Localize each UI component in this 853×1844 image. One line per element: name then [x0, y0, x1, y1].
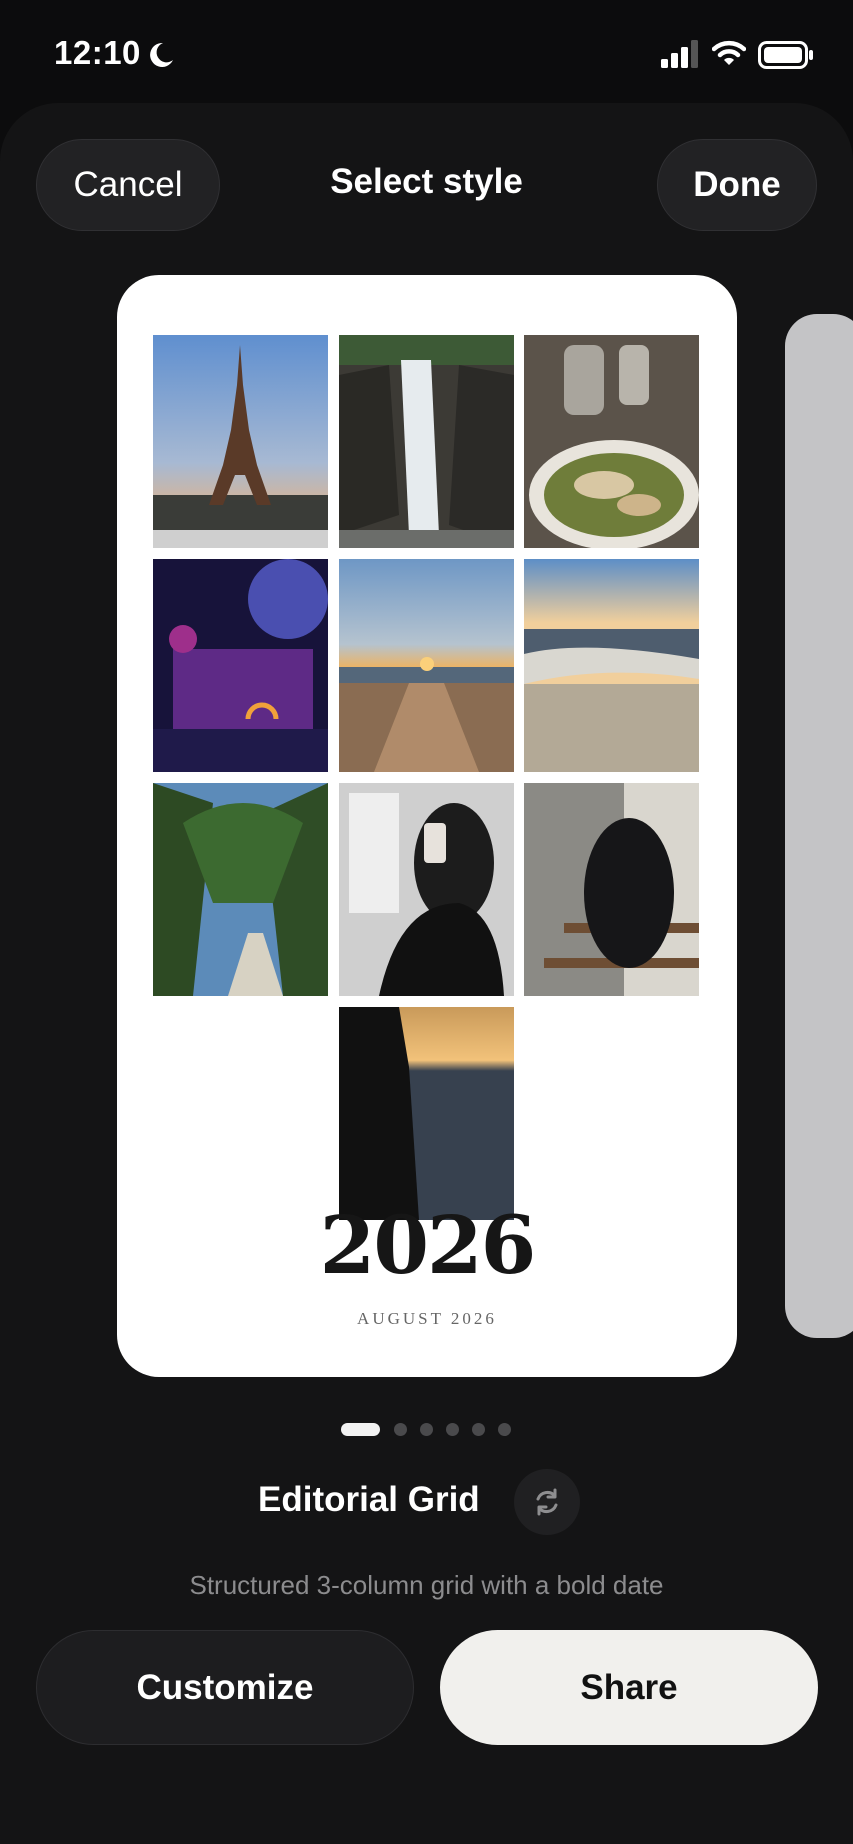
sunset-silhouette-photo [339, 1007, 514, 1220]
share-button[interactable]: Share [440, 1630, 818, 1745]
mirror-selfie-photo [339, 783, 514, 996]
staircase-portrait-photo [524, 783, 699, 996]
page-dot[interactable] [446, 1423, 459, 1436]
nightclub-photo [153, 559, 328, 772]
beach-sunset-path-photo [339, 559, 514, 772]
style-name: Editorial Grid [258, 1480, 480, 1519]
palm-path-photo [153, 783, 328, 996]
style-preview-card[interactable]: 2026 AUGUST 2026 [117, 275, 737, 1377]
month-label: AUGUST 2026 [357, 1309, 497, 1328]
battery-icon [758, 41, 814, 69]
customize-button[interactable]: Customize [36, 1630, 414, 1745]
page-dot[interactable] [472, 1423, 485, 1436]
page-dot[interactable] [498, 1423, 511, 1436]
shuffle-button[interactable] [514, 1469, 580, 1535]
cellular-signal-icon [661, 40, 699, 68]
eiffel-tower-photo [153, 335, 328, 548]
next-style-preview-card[interactable] [785, 314, 853, 1338]
refresh-icon [536, 1488, 558, 1516]
beach-waves-photo [524, 559, 699, 772]
wifi-icon [711, 38, 747, 68]
done-button[interactable]: Done [657, 139, 817, 231]
waterfall-photo [339, 335, 514, 548]
moon-icon [146, 40, 176, 70]
style-description: Structured 3-column grid with a bold dat… [189, 1570, 664, 1600]
page-dot-active[interactable] [341, 1423, 380, 1436]
page-dot[interactable] [394, 1423, 407, 1436]
dinner-salad-photo [524, 335, 699, 548]
page-dot[interactable] [420, 1423, 433, 1436]
year-heading: 2026 [319, 1198, 537, 1292]
status-bar: 12:10 [0, 0, 853, 105]
status-time: 12:10 [54, 34, 141, 71]
